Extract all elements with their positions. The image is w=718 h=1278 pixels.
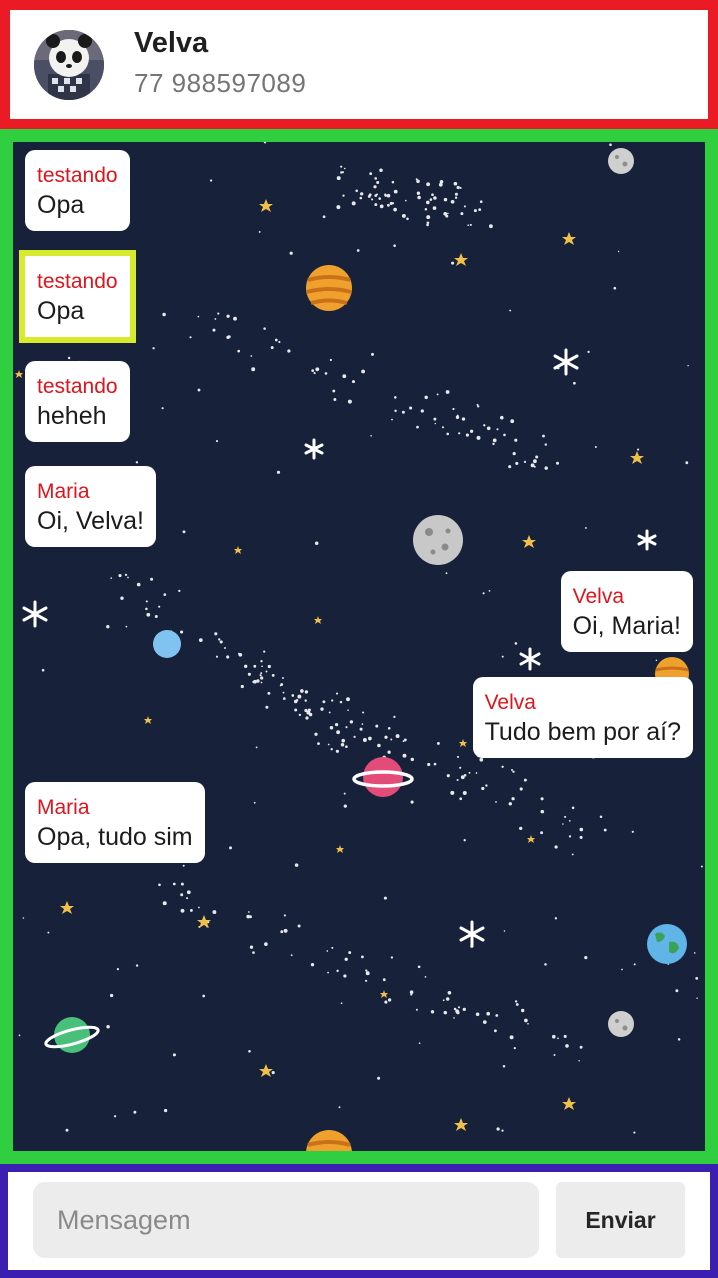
message-bubble[interactable]: Maria Opa, tudo sim	[25, 782, 205, 863]
message-sender: Velva	[484, 691, 536, 714]
message-bubble[interactable]: Maria Oi, Velva!	[25, 466, 156, 547]
message-text: Opa	[37, 297, 85, 325]
panda-avatar-icon	[34, 30, 104, 100]
message-bubble[interactable]: Velva Oi, Maria!	[560, 571, 693, 652]
chat-area[interactable]: testando Opa testando Opa testando heheh Maria…	[0, 129, 718, 1164]
message-bubble[interactable]: Velva Tudo bem por aí?	[472, 677, 693, 758]
chat-header: Velva 77 988597089	[0, 0, 718, 129]
message-text: Tudo bem por aí?	[484, 718, 681, 746]
send-button[interactable]: Enviar	[556, 1182, 685, 1258]
message-text: heheh	[37, 402, 107, 430]
message-sender: testando	[37, 375, 118, 398]
contact-avatar[interactable]	[34, 30, 104, 100]
message-text: Opa	[37, 191, 85, 219]
message-bubble[interactable]: testando Opa	[25, 150, 130, 231]
message-text: Opa, tudo sim	[37, 823, 193, 851]
message-sender: Maria	[37, 796, 90, 819]
message-sender: Maria	[37, 480, 90, 503]
message-input[interactable]	[33, 1182, 539, 1258]
message-text: Oi, Velva!	[37, 507, 144, 535]
message-bubble[interactable]: testando Opa	[19, 250, 136, 343]
composer-bar: Enviar	[0, 1164, 718, 1278]
message-sender: Velva	[572, 585, 625, 608]
message-sender: testando	[37, 164, 118, 187]
message-text: Oi, Maria!	[572, 612, 681, 640]
contact-phone: 77 988597089	[134, 68, 307, 98]
message-bubble[interactable]: testando heheh	[25, 361, 130, 442]
contact-name: Velva	[134, 27, 209, 59]
message-sender: testando	[37, 270, 118, 293]
